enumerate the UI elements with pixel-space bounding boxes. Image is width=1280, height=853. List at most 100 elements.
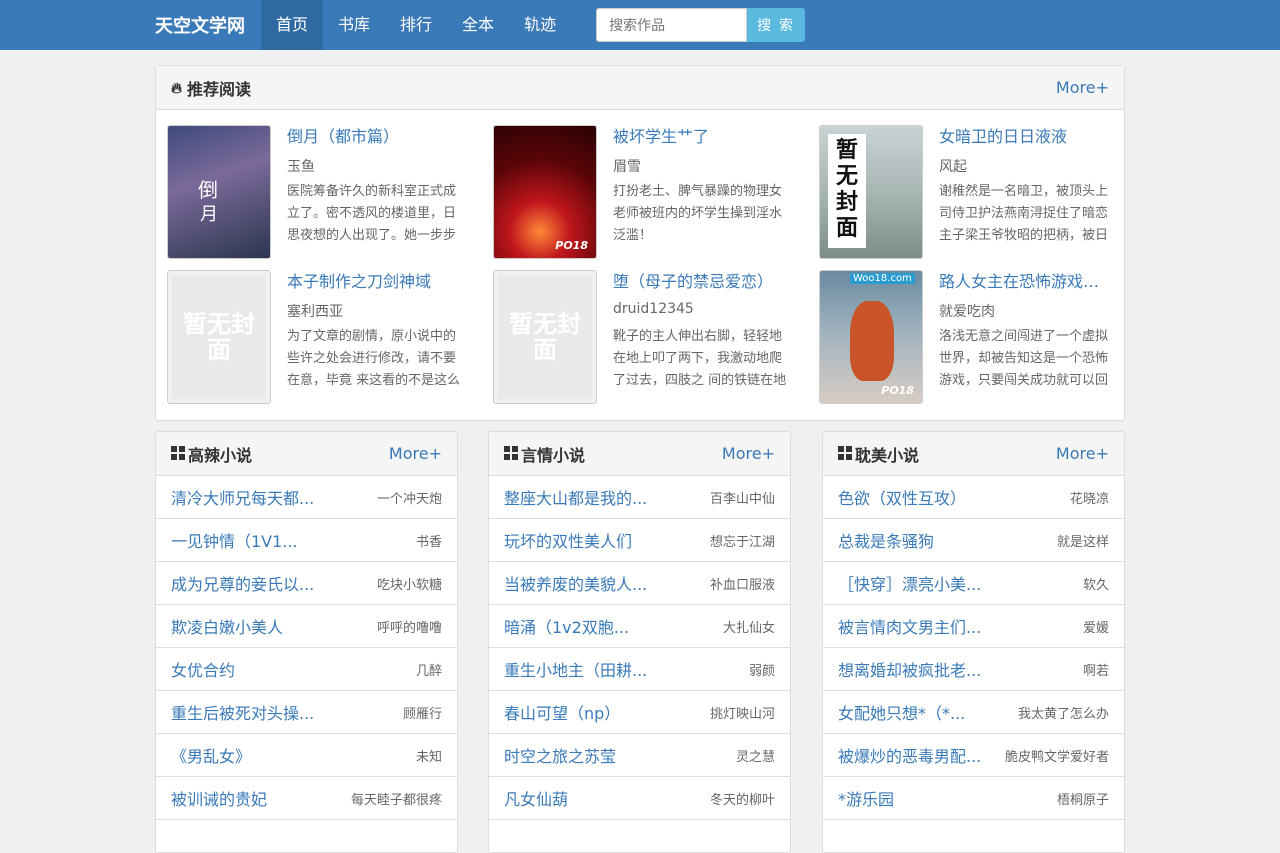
list-item-title[interactable]: 女优合约 [171, 657, 235, 681]
list-item[interactable]: 时空之旅之苏莹 灵之慧 [489, 734, 790, 777]
list-item-author: 百李山中仙 [709, 491, 775, 507]
nav-item-home[interactable]: 首页 [261, 0, 324, 50]
list-item-title[interactable]: 被训诫的贵妃 [171, 786, 267, 810]
top-navbar: 天空文学网 首页 书库 排行 全本 轨迹 搜 索 [0, 0, 1280, 50]
list-item-title[interactable]: 色欲（双性互攻） [838, 485, 966, 509]
list-item[interactable]: 玩坏的双性美人们 想忘于江湖 [489, 519, 790, 562]
nav-item-library[interactable]: 书库 [323, 0, 385, 50]
book-card[interactable]: PO18 被坏学生艹了 眉雪 打扮老土、脾气暴躁的物理女老师被班内的坏学生操到淫… [493, 125, 809, 261]
list-item[interactable]: 想离婚却被疯批老... 啊若 [823, 648, 1124, 691]
list-item[interactable]: *游乐园 梧桐原子 [823, 777, 1124, 820]
list-item[interactable]: 凡女仙葫 冬天的柳叶 [489, 777, 790, 820]
list-item[interactable]: 色欲（双性互攻） 花晓凉 [823, 476, 1124, 519]
list-item-title[interactable]: 一见钟情（1V1... [171, 528, 298, 552]
list-panel-header: 言情小说 More+ [489, 432, 790, 476]
list-item[interactable]: 被言情肉文男主们... 爱媛 [823, 605, 1124, 648]
list-item[interactable]: 重生小地主（田耕... 弱颜 [489, 648, 790, 691]
list-item[interactable]: 清冷大师兄每天都... 一个冲天炮 [156, 476, 457, 519]
list-item-title[interactable]: 整座大山都是我的... [504, 485, 647, 509]
nav-item-history[interactable]: 轨迹 [509, 0, 571, 50]
list-item-title[interactable]: ［快穿］漂亮小美... [838, 571, 981, 595]
book-title[interactable]: 被坏学生艹了 [613, 125, 793, 149]
list-item[interactable]: 《男乱女》 未知 [156, 734, 457, 777]
search-button[interactable]: 搜 索 [747, 8, 806, 42]
list-item-title[interactable]: *游乐园 [838, 786, 894, 810]
list-item[interactable]: 女配她只想*（*... 我太黄了怎么办 [823, 691, 1124, 734]
book-cover[interactable]: 暂无封面 [493, 270, 597, 404]
list-item-title[interactable]: 成为兄尊的妾氏以... [171, 571, 314, 595]
book-title[interactable]: 路人女主在恐怖游戏… [939, 270, 1119, 294]
list-item-title[interactable]: 凡女仙葫 [504, 786, 568, 810]
recommend-more-link[interactable]: More+ [1056, 78, 1109, 97]
recommend-title-wrap: 🔥︎ 推荐阅读 [171, 76, 251, 100]
list-item-author: 啊若 [1082, 663, 1109, 679]
book-card[interactable]: 暂无封面 本子制作之刀剑神域 塞利西亚 为了文章的剧情，原小说中的些许之处会进行… [167, 270, 483, 406]
list-item-title[interactable]: 玩坏的双性美人们 [504, 528, 632, 552]
list-item-title[interactable]: 重生小地主（田耕... [504, 657, 647, 681]
book-card[interactable]: 暂无封面 堕（母子的禁忌爱恋） druid12345 靴子的主人伸出右脚，轻轻地… [493, 270, 809, 406]
list-item[interactable]: 总裁是条骚狗 就是这样 [823, 519, 1124, 562]
list-item-author: 冬天的柳叶 [709, 792, 775, 808]
list-more-link[interactable]: More+ [1056, 444, 1109, 463]
book-info: 本子制作之刀剑神域 塞利西亚 为了文章的剧情，原小说中的些许之处会进行修改，请不… [287, 270, 467, 392]
book-cover[interactable]: PO18 [493, 125, 597, 259]
list-item-title[interactable]: 女配她只想*（*... [838, 700, 965, 724]
list-item[interactable]: 欺凌白嫩小美人 呼呼的噜噜 [156, 605, 457, 648]
list-item-title[interactable]: 《男乱女》 [171, 743, 251, 767]
list-item[interactable]: 暗涌（1v2双胞... 大扎仙女 [489, 605, 790, 648]
book-description: 靴子的主人伸出右脚，轻轻地在地上叩了两下，我激动地爬了过去，四肢之 间的铁链在地 [613, 329, 787, 388]
book-card[interactable]: 倒 月 倒月（都市篇） 玉鱼 医院筹备许久的新科室正式成立了。密不透风的楼道里，… [167, 125, 483, 261]
list-item-author: 花晓凉 [1069, 491, 1109, 507]
list-panel-danmei: 耽美小说 More+ 色欲（双性互攻） 花晓凉 总裁是条骚狗 就是这样 ［快穿］漂亮… [822, 431, 1125, 853]
list-item[interactable]: 当被养废的美貌人... 补血口服液 [489, 562, 790, 605]
book-title[interactable]: 倒月（都市篇） [287, 125, 467, 149]
book-title[interactable]: 女暗卫的日日液液 [939, 125, 1119, 149]
search-input[interactable] [596, 8, 748, 42]
book-description: 洛浅无意之间闯进了一个虚拟世界，却被告知这是一个恐怖游戏，只要闯关成功就可以回 [939, 329, 1109, 388]
cover-watermark: Woo18.com [850, 273, 915, 284]
list-more-link[interactable]: More+ [389, 444, 442, 463]
list-item[interactable]: 一见钟情（1V1... 书香 [156, 519, 457, 562]
book-cover[interactable]: 暂无封面 [819, 125, 923, 259]
book-title[interactable]: 堕（母子的禁忌爱恋） [613, 270, 793, 294]
nav-item-completed[interactable]: 全本 [447, 0, 509, 50]
book-description: 打扮老土、脾气暴躁的物理女老师被班内的坏学生操到淫水泛滥！ [613, 184, 783, 243]
list-item-title[interactable]: 春山可望（np） [504, 700, 620, 724]
list-more-link[interactable]: More+ [722, 444, 775, 463]
list-item-title[interactable]: 时空之旅之苏莹 [504, 743, 616, 767]
list-item-author: 一个冲天炮 [376, 491, 442, 507]
book-card[interactable]: Woo18.com PO18 路人女主在恐怖游戏… 就爱吃肉 洛浅无意之间闯进了… [819, 270, 1135, 406]
list-item-title[interactable]: 重生后被死对头操... [171, 700, 314, 724]
list-item[interactable]: ［快穿］漂亮小美... 软久 [823, 562, 1124, 605]
list-item[interactable]: 春山可望（np） 挑灯映山河 [489, 691, 790, 734]
list-item-title[interactable]: 清冷大师兄每天都... [171, 485, 314, 509]
list-panel-title-wrap: 言情小说 [504, 442, 585, 466]
book-author: 塞利西亚 [287, 304, 343, 320]
list-item-title[interactable]: 被爆炒的恶毒男配... [838, 743, 981, 767]
list-item-title[interactable]: 总裁是条骚狗 [838, 528, 934, 552]
cover-placeholder-text: 暂无封面 [828, 134, 866, 248]
nav-item-ranking[interactable]: 排行 [385, 0, 447, 50]
grid-icon [504, 446, 519, 461]
list-item[interactable]: 女优合约 几醉 [156, 648, 457, 691]
list-item-title[interactable]: 暗涌（1v2双胞... [504, 614, 629, 638]
list-item[interactable]: 被训诫的贵妃 每天睦子都很疼 [156, 777, 457, 820]
book-description: 为了文章的剧情，原小说中的些许之处会进行修改，请不要在意，毕竟 来这看的不是这么 [287, 329, 461, 388]
list-item-title[interactable]: 当被养废的美貌人... [504, 571, 647, 595]
list-item-title[interactable]: 欺凌白嫩小美人 [171, 614, 283, 638]
list-item-author: 脆皮鸭文学爱好者 [1004, 749, 1109, 765]
list-item[interactable]: 被爆炒的恶毒男配... 脆皮鸭文学爱好者 [823, 734, 1124, 777]
list-item-title[interactable]: 想离婚却被疯批老... [838, 657, 981, 681]
list-item-title[interactable]: 被言情肉文男主们... [838, 614, 981, 638]
book-cover[interactable]: 倒 月 [167, 125, 271, 259]
book-cover[interactable]: 暂无封面 [167, 270, 271, 404]
book-description: 谢稚然是一名暗卫，被顶头上司侍卫护法燕南浔捉住了暗恋主子梁王爷牧昭的把柄，被日 [939, 184, 1109, 243]
book-card[interactable]: 暂无封面 女暗卫的日日液液 风起 谢稚然是一名暗卫，被顶头上司侍卫护法燕南浔捉住… [819, 125, 1135, 261]
list-item[interactable]: 成为兄尊的妾氏以... 吃块小软糖 [156, 562, 457, 605]
site-brand[interactable]: 天空文学网 [155, 12, 245, 38]
list-item[interactable]: 重生后被死对头操... 顾雁行 [156, 691, 457, 734]
book-title[interactable]: 本子制作之刀剑神域 [287, 270, 467, 294]
cover-image: PO18 [494, 126, 596, 258]
book-cover[interactable]: Woo18.com PO18 [819, 270, 923, 404]
list-item[interactable]: 整座大山都是我的... 百李山中仙 [489, 476, 790, 519]
